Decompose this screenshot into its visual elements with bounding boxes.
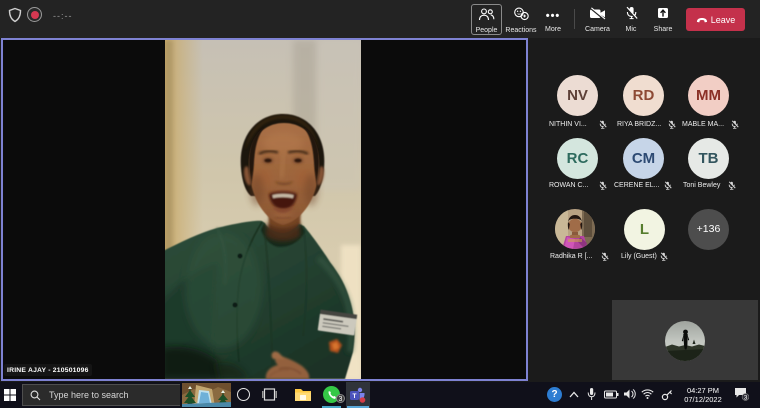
svg-text:3: 3	[744, 394, 748, 401]
svg-text:T: T	[353, 393, 357, 400]
